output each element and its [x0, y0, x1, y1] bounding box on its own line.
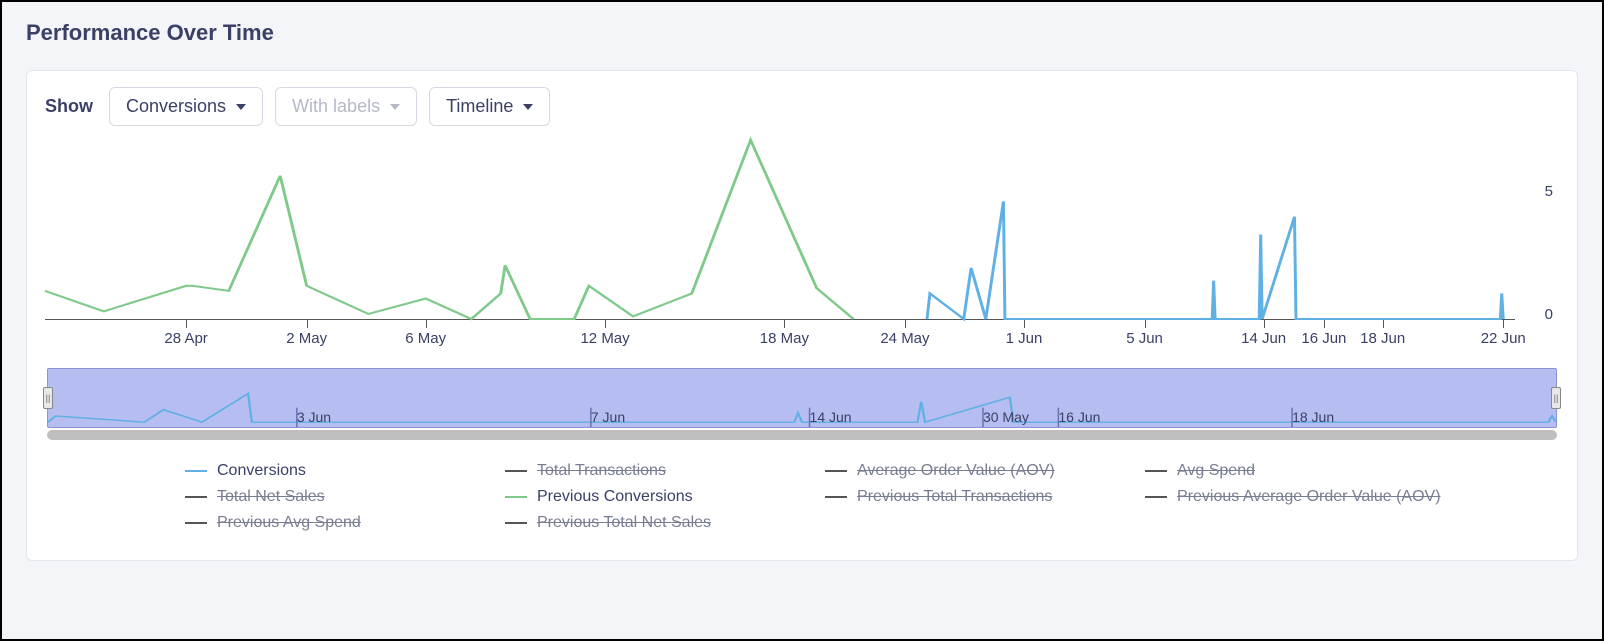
x-tick [1503, 320, 1504, 328]
legend-label: Previous Total Net Sales [537, 514, 711, 532]
legend-item[interactable]: Average Order Value (AOV) [825, 462, 1125, 480]
timeline-navigator[interactable]: || || 3 Jun7 Jun14 Jun30 May16 Jun18 Jun [47, 368, 1557, 428]
show-label: Show [45, 96, 93, 117]
x-tick-label: 2 May [286, 330, 327, 347]
mode-dropdown[interactable]: Timeline [429, 87, 550, 126]
navigator-tick-label: 18 Jun [1292, 409, 1334, 425]
x-tick [784, 320, 785, 328]
labels-dropdown-label: With labels [292, 96, 380, 117]
legend-label: Average Order Value (AOV) [857, 462, 1055, 480]
legend-label: Avg Spend [1177, 462, 1255, 480]
navigator-handle-left[interactable]: || [43, 387, 53, 409]
navigator-tick-label: 3 Jun [297, 409, 331, 425]
legend-label: Total Net Sales [217, 488, 325, 506]
x-tick-label: 24 May [880, 330, 929, 347]
x-tick [1024, 320, 1025, 328]
legend-item[interactable]: Previous Average Order Value (AOV) [1145, 488, 1445, 506]
legend-label: Conversions [217, 462, 306, 480]
labels-dropdown[interactable]: With labels [275, 87, 417, 126]
chart-legend: Conversions Total Transactions Average Ord… [185, 462, 1559, 532]
legend-swatch [185, 496, 207, 498]
x-tick [426, 320, 427, 328]
x-tick [1264, 320, 1265, 328]
legend-label: Previous Total Transactions [857, 488, 1052, 506]
legend-item[interactable]: Previous Total Net Sales [505, 514, 805, 532]
navigator-tick-label: 16 Jun [1058, 409, 1100, 425]
x-tick-label: 12 May [580, 330, 629, 347]
legend-item[interactable]: Previous Total Transactions [825, 488, 1125, 506]
legend-label: Total Transactions [537, 462, 666, 480]
x-tick [186, 320, 187, 328]
navigator-handle-right[interactable]: || [1551, 387, 1561, 409]
metric-dropdown-label: Conversions [126, 96, 226, 117]
legend-swatch [185, 522, 207, 524]
series-previous-conversions [45, 140, 854, 319]
navigator-scrollbar[interactable] [47, 430, 1557, 440]
legend-swatch [505, 522, 527, 524]
legend-label: Previous Conversions [537, 488, 693, 506]
legend-swatch [1145, 496, 1167, 498]
navigator-tick-label: 7 Jun [591, 409, 625, 425]
chart-controls: Show Conversions With labels Timeline [45, 87, 1559, 126]
legend-item[interactable]: Total Net Sales [185, 488, 485, 506]
x-tick [1324, 320, 1325, 328]
metric-dropdown[interactable]: Conversions [109, 87, 263, 126]
x-tick-label: 5 Jun [1126, 330, 1163, 347]
legend-item[interactable]: Conversions [185, 462, 485, 480]
legend-swatch [505, 496, 527, 498]
x-tick-label: 18 Jun [1360, 330, 1405, 347]
x-tick [905, 320, 906, 328]
y-tick-label: 5 [1545, 183, 1553, 200]
chevron-down-icon [390, 104, 400, 110]
x-tick [1383, 320, 1384, 328]
x-tick [307, 320, 308, 328]
legend-swatch [185, 470, 207, 472]
x-tick-label: 16 Jun [1301, 330, 1346, 347]
x-tick-label: 28 Apr [164, 330, 207, 347]
x-tick [1145, 320, 1146, 328]
page-title: Performance Over Time [26, 20, 1578, 46]
legend-item[interactable]: Previous Avg Spend [185, 514, 485, 532]
series-conversions [927, 201, 1503, 319]
navigator-tick-label: 14 Jun [810, 409, 852, 425]
main-chart[interactable]: 5 0 28 Apr 2 May 6 May 12 May 18 May 24 May 1 … [45, 140, 1559, 350]
legend-item[interactable]: Total Transactions [505, 462, 805, 480]
legend-label: Previous Avg Spend [217, 514, 361, 532]
y-tick-label: 0 [1545, 306, 1553, 323]
x-tick-label: 18 May [760, 330, 809, 347]
x-tick [605, 320, 606, 328]
legend-swatch [825, 470, 847, 472]
chevron-down-icon [236, 104, 246, 110]
x-tick-label: 6 May [405, 330, 446, 347]
mode-dropdown-label: Timeline [446, 96, 513, 117]
legend-swatch [505, 470, 527, 472]
x-tick-label: 22 Jun [1481, 330, 1526, 347]
legend-item[interactable]: Avg Spend [1145, 462, 1445, 480]
legend-swatch [825, 496, 847, 498]
chevron-down-icon [523, 104, 533, 110]
legend-item[interactable]: Previous Conversions [505, 488, 805, 506]
legend-label: Previous Average Order Value (AOV) [1177, 488, 1441, 506]
x-tick-label: 14 Jun [1241, 330, 1286, 347]
chart-card: Show Conversions With labels Timeline 5 … [26, 70, 1578, 561]
x-tick-label: 1 Jun [1006, 330, 1043, 347]
legend-swatch [1145, 470, 1167, 472]
navigator-tick-label: 30 May [983, 409, 1029, 425]
